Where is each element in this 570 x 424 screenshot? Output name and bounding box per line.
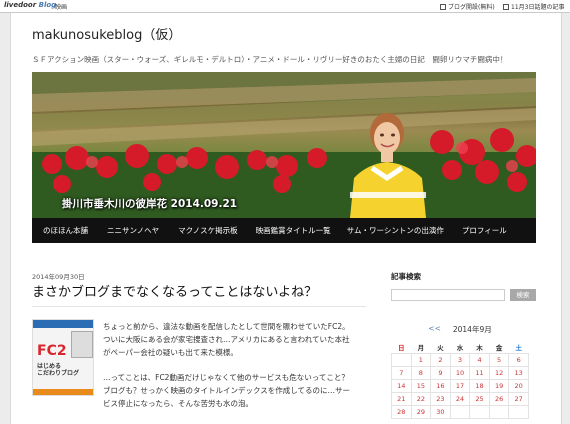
calendar-day[interactable]: 28 xyxy=(391,405,412,419)
calendar-day[interactable]: 13 xyxy=(508,366,529,380)
calendar-day[interactable]: 5 xyxy=(488,353,510,367)
document-icon xyxy=(503,3,509,10)
calendar-weekday-row: 日 月 火 水 木 金 土 xyxy=(392,341,529,354)
calendar-day[interactable]: 1 xyxy=(410,353,432,367)
calendar-day[interactable]: 16 xyxy=(430,379,451,393)
topbar-category-link[interactable]: 映画 xyxy=(55,2,67,11)
nav-item-ninisan[interactable]: ニニサンノヘヤ xyxy=(107,225,159,236)
calendar-day[interactable]: 11 xyxy=(469,366,490,380)
weekday-sat: 土 xyxy=(515,344,522,352)
livedoor-topbar: livedoor Blog 映画 ブログ開設(無料) 11月3日話題の記事 xyxy=(0,0,570,13)
book-subtitle-line2: こだわりブログ xyxy=(37,369,80,377)
calendar-day[interactable]: 26 xyxy=(488,392,510,406)
topbar-link1-label: ブログ開設(無料) xyxy=(448,4,495,11)
calendar-prev-link[interactable]: << xyxy=(428,324,441,335)
book-band xyxy=(33,320,93,328)
calendar-day[interactable]: 20 xyxy=(508,379,529,393)
topbar-link2-label: 11月3日話題の記事 xyxy=(511,4,565,11)
book-cover-image[interactable]: FC2 はじめる こだわりブログ xyxy=(32,319,94,396)
book-subtitle: はじめる こだわりブログ xyxy=(37,363,80,377)
nav-item-sam[interactable]: サム・ワーシントンの出演作 xyxy=(347,225,444,236)
calendar-day[interactable]: 30 xyxy=(430,405,451,419)
weekday-mon: 月 xyxy=(417,344,425,352)
calendar-day[interactable]: 15 xyxy=(410,379,432,393)
calendar-header: << 2014年9月 xyxy=(391,324,529,335)
site-description: ＳＦアクション映画（スター・ウォーズ、ギレルモ・デルトロ）・アニメ・ドール・リヴ… xyxy=(32,55,508,64)
post-date: 2014年09月30日 xyxy=(32,273,85,281)
calendar-day[interactable]: 14 xyxy=(391,379,412,393)
book-screenshot-thumb xyxy=(71,331,93,358)
calendar-week: 28 29 30 xyxy=(391,405,529,419)
calendar-day[interactable]: 4 xyxy=(469,353,490,367)
calendar-day[interactable]: 8 xyxy=(410,366,432,380)
nav-item-bbs[interactable]: マクノスケ掲示板 xyxy=(178,225,238,236)
calendar-day[interactable]: 25 xyxy=(469,392,490,406)
livedoor-logo[interactable]: livedoor Blog xyxy=(4,1,56,9)
nav-item-profile[interactable]: プロフィール xyxy=(462,225,507,236)
post-paragraph: …ってことは、FC2動画だけじゃなくて他のサービスも危ないってこと？ xyxy=(103,373,349,382)
weekday-sun: 日 xyxy=(398,344,405,352)
main-nav: のほほん本舗 ニニサンノヘヤ マクノスケ掲示板 映画鑑賞タイトル一覧 サム・ワー… xyxy=(32,218,536,243)
calendar-day xyxy=(469,405,490,419)
calendar-day[interactable]: 27 xyxy=(508,392,529,406)
post-paragraph: ビス停止になったら、そんな苦労も水の泡。 xyxy=(103,399,253,408)
post-paragraph: ブログも？せっかく映画のタイトルインデックスを作成してるのに…サー xyxy=(103,386,351,395)
calendar-week: 14 15 16 17 18 19 20 xyxy=(391,379,529,393)
weekday-thu: 木 xyxy=(476,344,483,352)
post-paragraph: ちょっと前から、違法な動画を配信したとして世間を賑わせていたFC2。 xyxy=(103,322,350,331)
calendar-day[interactable]: 10 xyxy=(449,366,471,380)
nav-item-nohohon[interactable]: のほほん本舗 xyxy=(43,225,88,236)
post-divider xyxy=(32,306,366,307)
topbar-create-blog-link[interactable]: ブログ開設(無料) xyxy=(440,2,495,11)
logo-livedoor-text: livedoor xyxy=(4,1,37,9)
search-section-title: 記事検索 xyxy=(391,272,421,281)
calendar-day[interactable]: 6 xyxy=(508,353,529,367)
calendar-day[interactable]: 29 xyxy=(410,405,432,419)
weekday-tue: 火 xyxy=(437,344,444,352)
pencil-icon xyxy=(440,3,446,10)
calendar-day[interactable]: 7 xyxy=(391,366,412,380)
weekday-fri: 金 xyxy=(495,344,503,352)
calendar-day[interactable]: 22 xyxy=(410,392,432,406)
book-bottom-band xyxy=(33,389,93,395)
book-fc2-logo: FC2 xyxy=(37,343,67,359)
weekday-wed: 水 xyxy=(456,344,464,352)
calendar-day xyxy=(391,353,412,367)
calendar-table: 日 月 火 水 木 金 土 1 2 3 4 5 6 7 8 9 10 11 12… xyxy=(391,341,529,419)
calendar-week: 1 2 3 4 5 6 xyxy=(391,353,529,367)
search-input[interactable] xyxy=(391,289,505,301)
calendar-day[interactable]: 12 xyxy=(488,366,510,380)
calendar-day[interactable]: 23 xyxy=(430,392,451,406)
calendar-week: 21 22 23 24 25 26 27 xyxy=(391,392,529,406)
calendar-day[interactable]: 18 xyxy=(469,379,490,393)
calendar-day[interactable]: 19 xyxy=(488,379,510,393)
calendar-day xyxy=(488,405,510,419)
calendar-day xyxy=(449,405,471,419)
calendar-day[interactable]: 9 xyxy=(430,366,451,380)
calendar-day[interactable]: 3 xyxy=(449,353,471,367)
header-caption: 掛川市垂木川の彼岸花 2014.09.21 xyxy=(62,198,238,210)
logo-blog-text: Blog xyxy=(38,1,57,9)
calendar-day[interactable]: 21 xyxy=(391,392,412,406)
calendar-day[interactable]: 2 xyxy=(430,353,451,367)
post-paragraph: ついに大阪にある会が家宅捜査され…アメリカにあると言われていた本社 xyxy=(103,335,350,344)
nav-item-movie-list[interactable]: 映画鑑賞タイトル一覧 xyxy=(256,225,331,236)
calendar-week: 7 8 9 10 11 12 13 xyxy=(391,366,529,380)
calendar-month: 2014年9月 xyxy=(452,325,492,334)
search-button[interactable]: 検索 xyxy=(510,289,536,301)
site-title[interactable]: makunosukeblog（仮） xyxy=(32,24,181,43)
post-paragraph: がペーパー会社の疑いも出て来た模様。 xyxy=(103,348,238,357)
calendar-day[interactable]: 17 xyxy=(449,379,471,393)
post-title[interactable]: まさかブログまでなくなるってことはないよね？ xyxy=(32,281,317,300)
calendar-day xyxy=(508,405,529,419)
calendar-day[interactable]: 24 xyxy=(449,392,471,406)
topbar-topics-link[interactable]: 11月3日話題の記事 xyxy=(503,2,564,11)
